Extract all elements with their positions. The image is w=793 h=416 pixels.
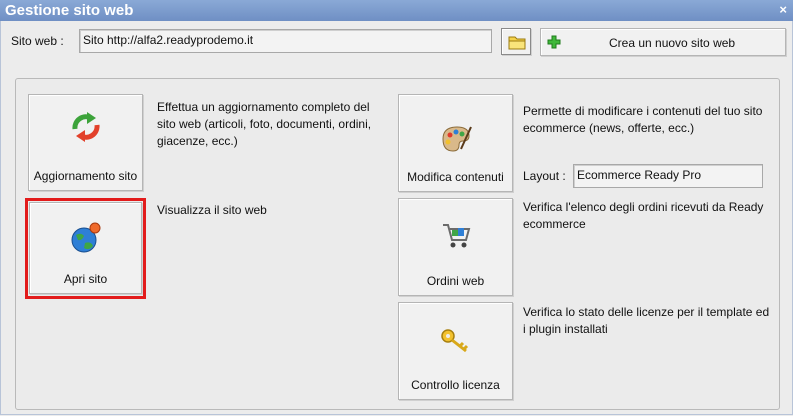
browse-folder-button[interactable]	[501, 28, 531, 55]
layout-field[interactable]: Ecommerce Ready Pro	[573, 164, 763, 188]
update-site-label: Aggiornamento sito	[33, 169, 138, 183]
license-check-button[interactable]: Controllo licenza	[398, 302, 513, 400]
window-title-bar: Gestione sito web ×	[0, 0, 793, 21]
site-label: Sito web :	[11, 34, 64, 48]
license-check-label: Controllo licenza	[411, 378, 500, 392]
license-check-description: Verifica lo stato delle licenze per il t…	[523, 305, 770, 336]
site-url-field[interactable]: Sito http://alfa2.readyprodemo.it	[79, 29, 492, 53]
open-site-label: Apri sito	[63, 272, 108, 286]
web-orders-button[interactable]: Ordini web	[398, 198, 513, 296]
update-site-button[interactable]: Aggiornamento sito	[28, 94, 143, 191]
modify-content-button[interactable]: Modifica contenuti	[398, 94, 513, 192]
key-icon	[440, 329, 468, 353]
window-title: Gestione sito web	[5, 2, 134, 19]
open-site-description: Visualizza il sito web	[157, 203, 267, 217]
web-orders-description: Verifica l'elenco degli ordini ricevuti …	[523, 200, 764, 231]
refresh-arrows-icon	[71, 112, 100, 142]
modify-content-label: Modifica contenuti	[407, 170, 504, 184]
new-site-label: Crea un nuovo sito web	[609, 36, 736, 50]
cart-icon	[442, 224, 470, 248]
palette-icon	[441, 126, 472, 152]
plus-icon	[547, 35, 561, 49]
modify-content-description: Permette di modificare i contenuti del t…	[523, 104, 763, 135]
close-icon[interactable]: ×	[779, 2, 787, 17]
open-site-button[interactable]: Apri sito	[29, 202, 142, 294]
web-orders-label: Ordini web	[426, 274, 485, 288]
new-site-button[interactable]: Crea un nuovo sito web	[540, 28, 786, 56]
folder-icon	[508, 36, 526, 50]
update-site-description: Effettua un aggiornamento completo del s…	[157, 100, 372, 148]
layout-label: Layout :	[523, 169, 566, 183]
globe-icon	[71, 222, 100, 253]
